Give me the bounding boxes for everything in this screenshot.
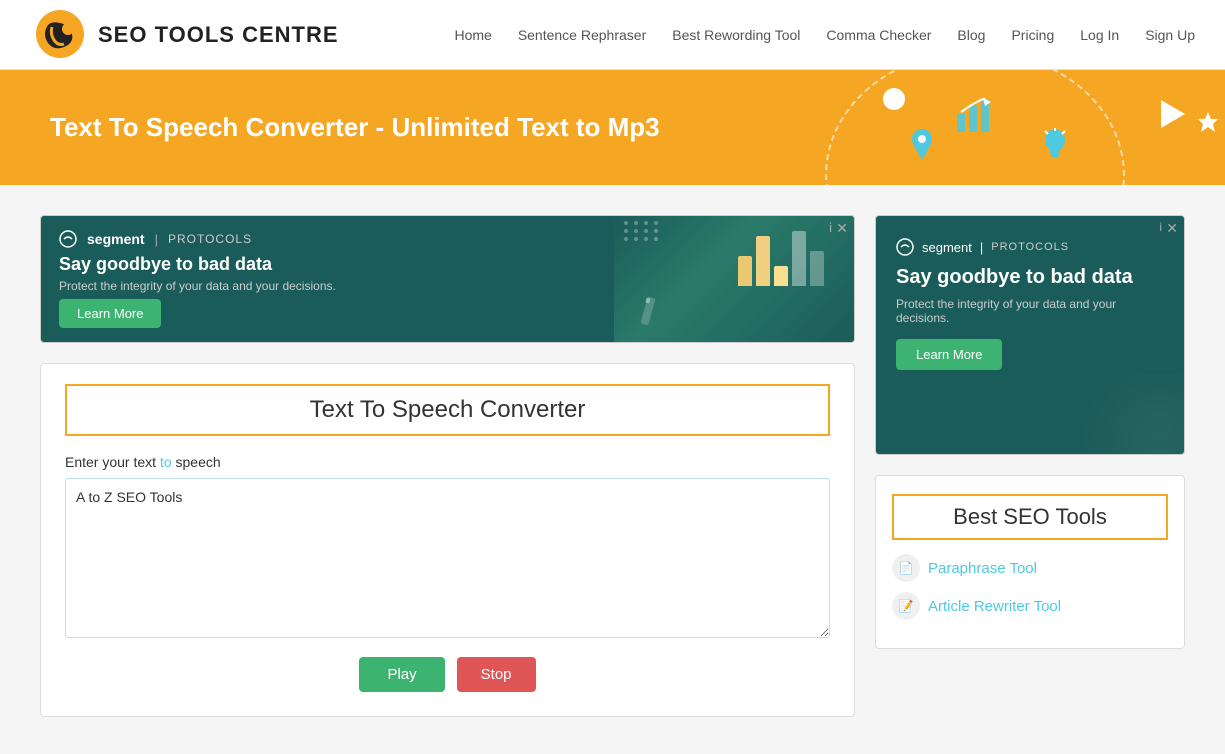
- tool-label: Enter your text to speech: [65, 454, 830, 470]
- text-to-speech-input[interactable]: A to Z SEO Tools: [65, 478, 830, 638]
- best-seo-card: Best SEO Tools 📄 Paraphrase Tool 📝 Artic…: [875, 475, 1185, 649]
- right-ad-subtext: Protect the integrity of your data and y…: [896, 297, 1164, 325]
- main-content: segment | PROTOCOLS Say goodbye to bad d…: [0, 185, 1225, 747]
- right-ad-brand-row: segment | PROTOCOLS: [896, 238, 1069, 256]
- ad-subtext: Protect the integrity of your data and y…: [59, 279, 596, 293]
- ad-content-left: segment | PROTOCOLS Say goodbye to bad d…: [41, 216, 614, 342]
- logo-icon: [30, 7, 90, 62]
- ad-close-button[interactable]: ✕: [836, 220, 848, 237]
- nav-comma-checker[interactable]: Comma Checker: [826, 27, 931, 43]
- tool-title: Text To Speech Converter: [310, 396, 586, 423]
- right-ad-banner: i ✕ segment | PROTOCOLS Say goodbye to b…: [875, 215, 1185, 455]
- star-icon: [1196, 110, 1220, 140]
- hero-title: Text To Speech Converter - Unlimited Tex…: [50, 112, 660, 143]
- lightbulb-icon: [1040, 126, 1070, 173]
- nav-best-rewording[interactable]: Best Rewording Tool: [672, 27, 800, 43]
- right-ad-info-icon: i: [1159, 220, 1162, 234]
- stop-button[interactable]: Stop: [457, 657, 536, 692]
- ad-dots-decoration: [624, 221, 660, 241]
- right-ad-bg-decoration: [1064, 374, 1184, 454]
- right-ad-segment-icon: [896, 238, 914, 256]
- right-ad-divider: |: [980, 240, 983, 255]
- play-button[interactable]: Play: [359, 657, 444, 692]
- ad-brand-row: segment | PROTOCOLS: [59, 230, 596, 248]
- ad-bars-decoration: [738, 226, 824, 286]
- right-ad-brand-name: segment: [922, 240, 972, 255]
- nav-sentence-rephraser[interactable]: Sentence Rephraser: [518, 27, 646, 43]
- nav-signup[interactable]: Sign Up: [1145, 27, 1195, 43]
- article-rewriter-icon: 📝: [892, 592, 920, 620]
- ad-brand-name: segment: [87, 231, 145, 247]
- best-seo-title-box: Best SEO Tools: [892, 494, 1168, 540]
- paraphrase-tool-icon: 📄: [892, 554, 920, 582]
- right-ad-learn-button[interactable]: Learn More: [896, 339, 1002, 370]
- tool-title-box: Text To Speech Converter: [65, 384, 830, 436]
- right-ad-headline: Say goodbye to bad data: [896, 266, 1133, 289]
- nav-links: Home Sentence Rephraser Best Rewording T…: [454, 27, 1195, 43]
- tool-buttons: Play Stop: [65, 657, 830, 692]
- ad-learn-button[interactable]: Learn More: [59, 299, 161, 328]
- ad-divider: |: [155, 232, 158, 247]
- nav-login[interactable]: Log In: [1080, 27, 1119, 43]
- logo-text: SEO TOOLS CENTRE: [98, 22, 339, 48]
- tool-label-highlight: to: [160, 454, 172, 470]
- hero-circle-decoration: [883, 88, 905, 110]
- tool-card: Text To Speech Converter Enter your text…: [40, 363, 855, 717]
- ad-protocols: PROTOCOLS: [168, 232, 252, 246]
- right-ad-inner: segment | PROTOCOLS Say goodbye to bad d…: [876, 216, 1184, 388]
- segment-logo-icon: [59, 230, 77, 248]
- ad-headline: Say goodbye to bad data: [59, 254, 596, 275]
- play-arrow-icon: [1161, 100, 1185, 135]
- ad-info-icon[interactable]: i: [829, 220, 832, 235]
- nav-pricing[interactable]: Pricing: [1011, 27, 1054, 43]
- ad-image-right: [614, 216, 854, 342]
- ad-pencil-icon: [634, 292, 674, 332]
- right-column: i ✕ segment | PROTOCOLS Say goodbye to b…: [875, 215, 1185, 717]
- right-ad-close-button[interactable]: ✕: [1166, 220, 1178, 237]
- chart-icon: [955, 98, 995, 142]
- hero-decorations: [725, 70, 1225, 185]
- best-seo-title: Best SEO Tools: [953, 504, 1107, 529]
- nav-blog[interactable]: Blog: [957, 27, 985, 43]
- article-rewriter-label: Article Rewriter Tool: [928, 598, 1061, 615]
- right-ad-protocols: PROTOCOLS: [991, 241, 1069, 253]
- logo-area: SEO TOOLS CENTRE: [30, 7, 339, 62]
- ad-banner-top: segment | PROTOCOLS Say goodbye to bad d…: [40, 215, 855, 343]
- article-rewriter-link[interactable]: 📝 Article Rewriter Tool: [892, 592, 1168, 620]
- hero-banner: Text To Speech Converter - Unlimited Tex…: [0, 70, 1225, 185]
- nav-home[interactable]: Home: [454, 27, 491, 43]
- left-column: segment | PROTOCOLS Say goodbye to bad d…: [40, 215, 855, 717]
- location-pin-icon: [909, 126, 935, 167]
- paraphrase-tool-label: Paraphrase Tool: [928, 560, 1037, 577]
- paraphrase-tool-link[interactable]: 📄 Paraphrase Tool: [892, 554, 1168, 582]
- navbar: SEO TOOLS CENTRE Home Sentence Rephraser…: [0, 0, 1225, 70]
